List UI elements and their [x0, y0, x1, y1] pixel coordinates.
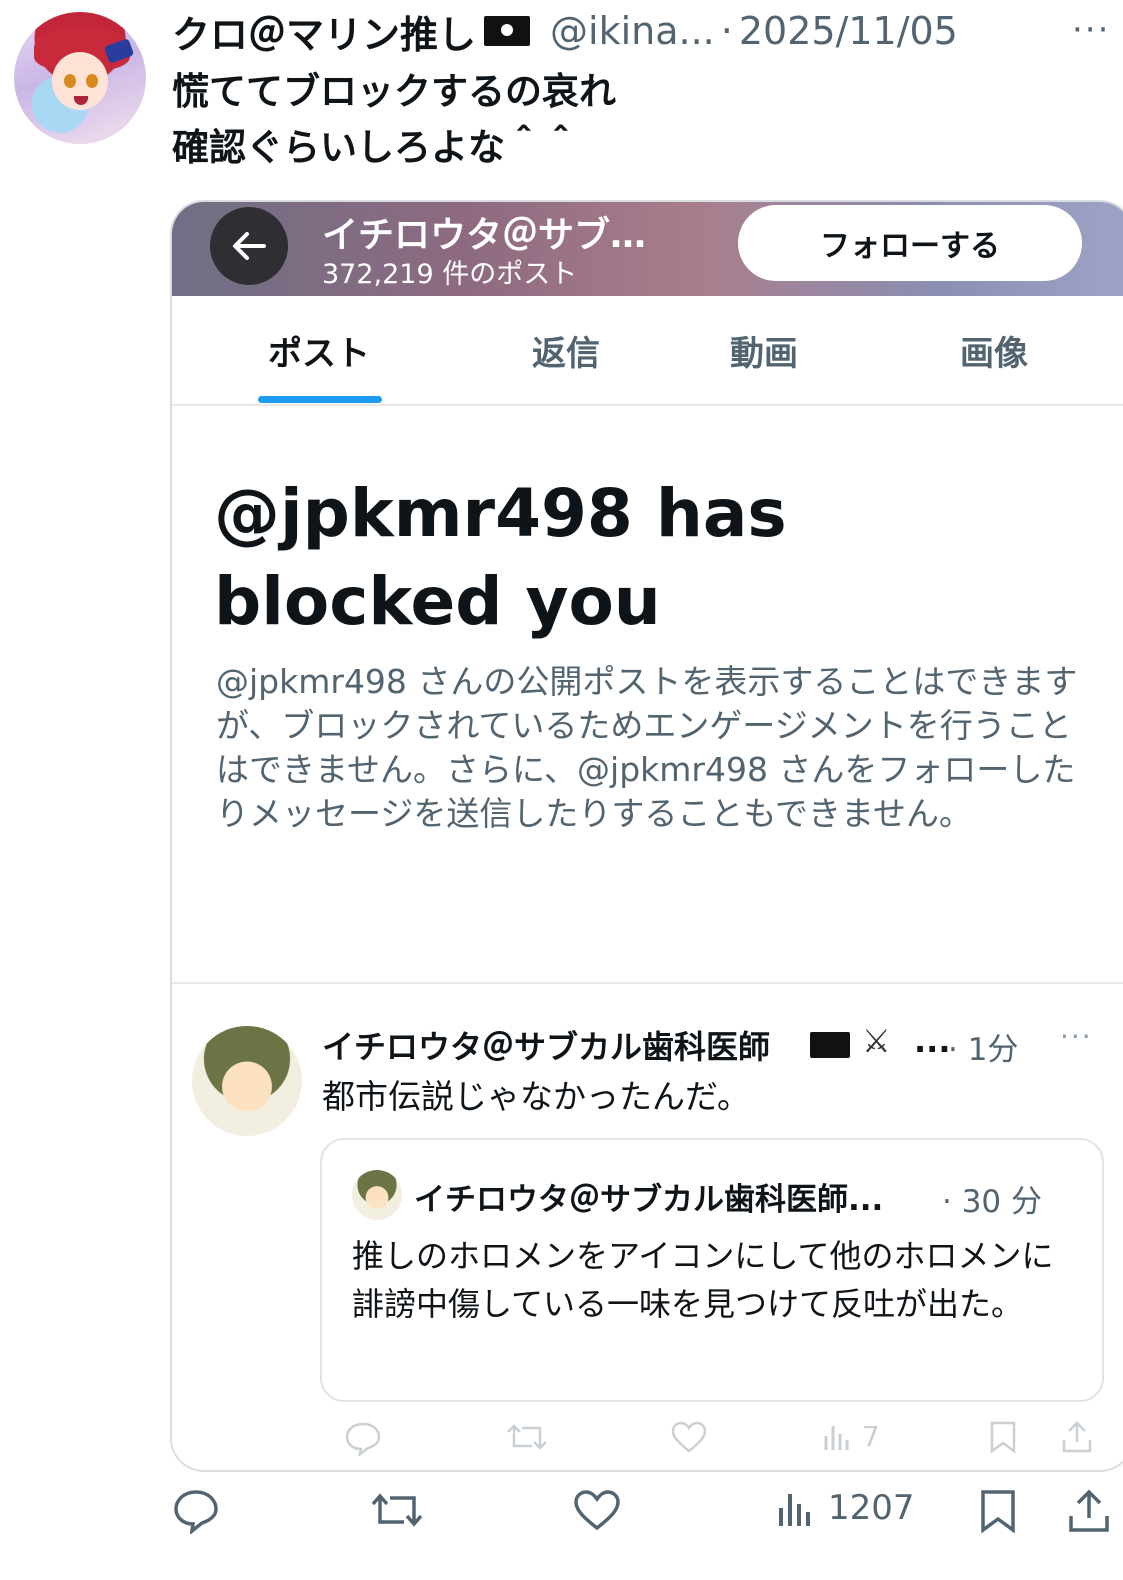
post-avatar: [192, 1026, 302, 1136]
bookmark-icon: [988, 1420, 1018, 1454]
avatar-eye-left: [64, 74, 76, 88]
quoted-post: イチロウタ＠サブカル歯科医師... · 30 分 推しのホロメンをアイコンにして…: [320, 1138, 1104, 1402]
like-button[interactable]: [572, 1488, 622, 1532]
post-text: 都市伝説じゃなかったんだ。: [322, 1077, 751, 1116]
post-more-icon: ···: [1060, 1020, 1093, 1053]
like-icon: [574, 1490, 620, 1531]
views-button[interactable]: 1207: [776, 1488, 915, 1528]
share-icon: [1069, 1489, 1109, 1532]
reply-icon: [174, 1490, 218, 1534]
embedded-image[interactable]: イチロウタ＠サブ… 372,219 件のポスト フォローする ポスト 返信 動画…: [170, 200, 1123, 1472]
tab-videos: 動画: [730, 334, 798, 374]
views-count: 1207: [828, 1488, 915, 1528]
tweet-header: クロ＠マリン推し @ikina... · 2025/11/05: [172, 4, 958, 59]
profile-header: イチロウタ＠サブ… 372,219 件のポスト フォローする: [172, 202, 1123, 296]
tweet-text: 慌ててブロックするの哀れ 確認ぐらいしろよな＾＾: [172, 70, 616, 169]
tab-posts: ポスト: [268, 334, 370, 374]
post-author-name: イチロウタ＠サブカル歯科医師: [322, 1028, 771, 1066]
post-time: · 1分: [948, 1032, 1019, 1068]
views-icon: 7: [822, 1420, 880, 1453]
quote-text: 推しのホロメンをアイコンにして他のホロメンに誹謗中傷している一味を見つけて反吐が…: [352, 1237, 1054, 1323]
tweet-date[interactable]: 2025/11/05: [739, 9, 958, 53]
avatar-eye-right: [86, 74, 98, 88]
bookmark-button[interactable]: [978, 1488, 1018, 1534]
crossed-swords-icon: ⚔: [862, 1022, 891, 1060]
tab-replies: 返信: [532, 334, 600, 374]
pirate-flag-icon: [484, 16, 531, 46]
blocked-title: @jpkmr498 has blocked you: [214, 475, 787, 640]
divider: [172, 982, 1123, 984]
active-tab-indicator: [258, 396, 382, 403]
bookmark-icon: [981, 1490, 1015, 1534]
views-icon: [779, 1494, 810, 1526]
reply-button[interactable]: [172, 1488, 220, 1534]
profile-name: イチロウタ＠サブ…: [322, 215, 647, 256]
author-display-name[interactable]: クロ＠マリン推し: [172, 4, 476, 59]
pirate-flag-icon: [810, 1032, 850, 1058]
repost-icon: [506, 1420, 548, 1454]
profile-tabs: ポスト 返信 動画 画像: [172, 296, 1123, 406]
author-avatar[interactable]: [14, 12, 146, 144]
header-separator: ·: [720, 9, 733, 53]
back-arrow-icon: [210, 207, 288, 285]
share-icon: [1060, 1420, 1094, 1454]
author-handle[interactable]: @ikina...: [550, 9, 715, 53]
back-arrow-svg: [233, 232, 266, 260]
reply-icon: [344, 1420, 382, 1456]
post-action-bar: 7: [320, 1420, 1120, 1460]
post-views-count: 7: [862, 1420, 880, 1453]
repost-icon: [371, 1493, 423, 1527]
blocked-description: @jpkmr498 さんの公開ポストを表示することはできますが、ブロックされてい…: [216, 662, 1078, 833]
name-ellipsis: ...: [914, 1022, 951, 1060]
like-icon: [670, 1420, 708, 1454]
post-count: 372,219 件のポスト: [322, 259, 578, 290]
repost-button[interactable]: [370, 1488, 424, 1532]
quote-author-name: イチロウタ＠サブカル歯科医師...: [414, 1182, 884, 1218]
quote-avatar: [352, 1170, 402, 1220]
tab-images: 画像: [960, 334, 1028, 374]
more-options-icon[interactable]: ···: [1072, 10, 1110, 50]
quote-time: · 30 分: [942, 1184, 1043, 1220]
follow-button: フォローする: [738, 205, 1082, 281]
share-button[interactable]: [1066, 1488, 1112, 1534]
